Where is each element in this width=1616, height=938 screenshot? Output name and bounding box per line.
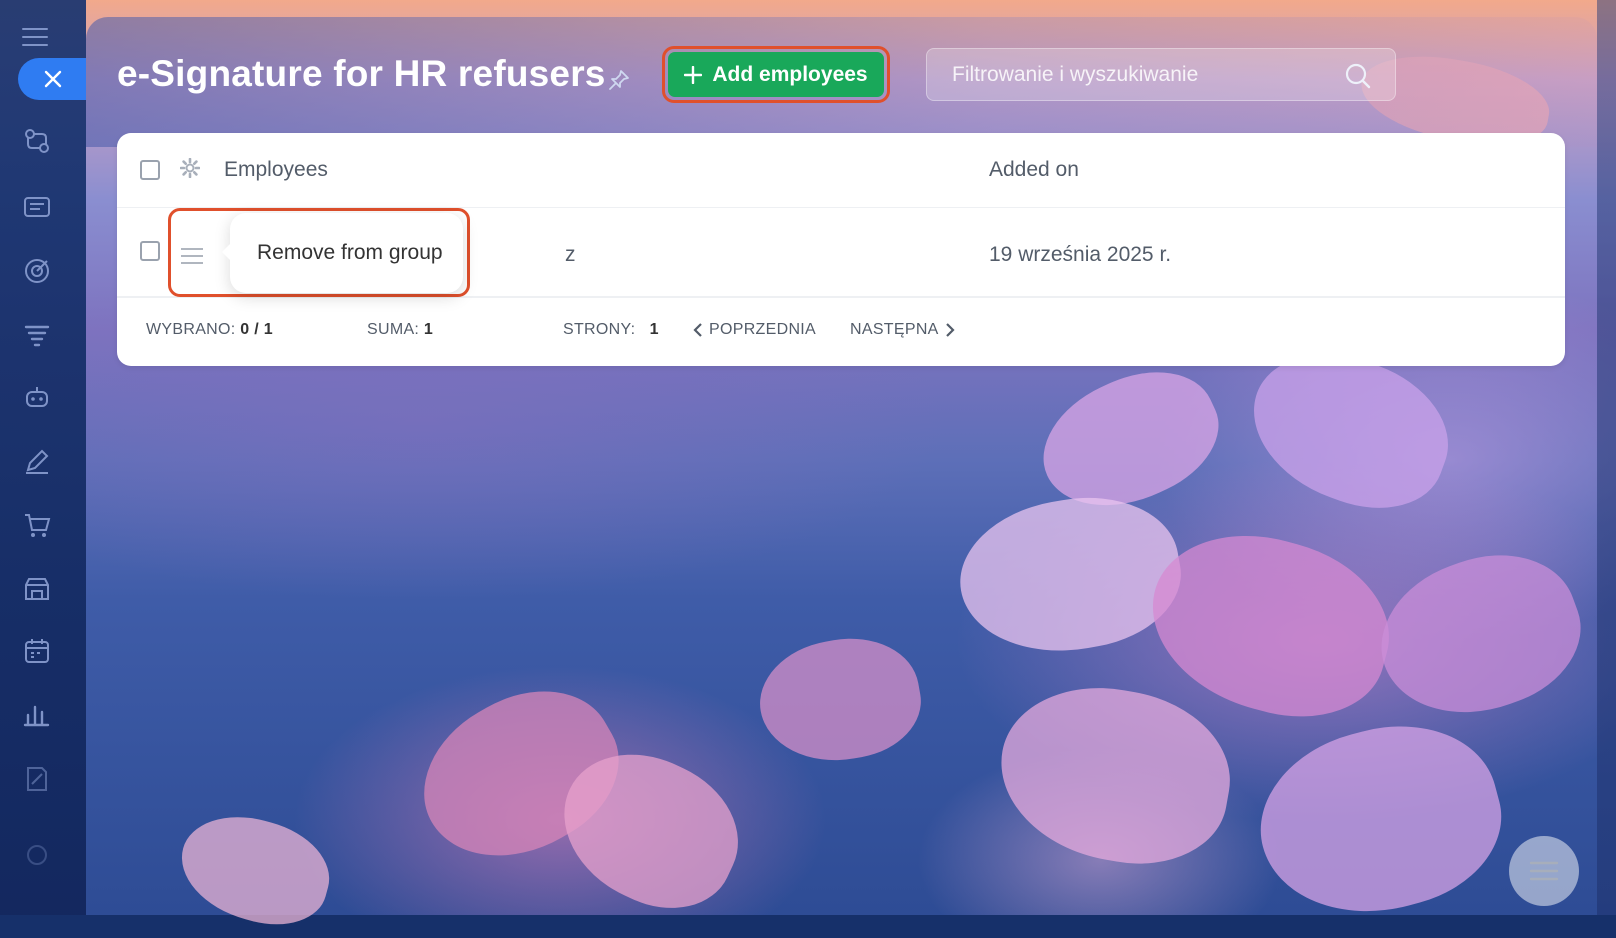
pen-icon[interactable] — [22, 446, 52, 476]
floating-menu-button[interactable] — [1509, 836, 1579, 906]
page-title: e-Signature for HR refusers — [117, 53, 606, 94]
store-icon[interactable] — [22, 574, 52, 604]
total-value: 1 — [423, 321, 434, 338]
pages-label: STRONY: — [563, 321, 636, 338]
grid-header-row: Employees Added on — [117, 133, 1565, 208]
funnel-icon[interactable] — [22, 320, 52, 350]
bar-chart-icon[interactable] — [22, 700, 52, 730]
filter-search-box[interactable] — [926, 48, 1396, 101]
previous-page-link[interactable]: POPRZEDNIA — [693, 321, 816, 339]
selected-label: WYBRANO: — [146, 321, 236, 338]
left-sidebar — [0, 0, 86, 915]
search-input[interactable] — [927, 49, 1395, 100]
close-slider-button[interactable] — [18, 58, 86, 100]
add-employees-button[interactable]: Add employees — [668, 52, 884, 97]
grid-footer: WYBRANO: 0 / 1 SUMA: 1 STRONY: 1 POPRZED… — [117, 296, 1565, 366]
column-header-added-on[interactable]: Added on — [989, 158, 1079, 182]
plus-icon — [684, 65, 703, 84]
calendar-icon[interactable] — [22, 636, 52, 666]
next-page-link[interactable]: NASTĘPNA — [850, 321, 955, 339]
total-count: SUMA: 1 — [367, 321, 433, 339]
chevron-left-icon — [693, 323, 702, 337]
total-label: SUMA: — [367, 321, 420, 338]
gear-icon[interactable] — [180, 158, 200, 178]
next-page-label: NASTĘPNA — [850, 321, 939, 338]
hamburger-menu-icon[interactable] — [22, 28, 48, 48]
remove-from-group-label: Remove from group — [257, 241, 443, 264]
list-icon — [1529, 861, 1559, 881]
shopping-cart-icon[interactable] — [22, 510, 52, 540]
row-checkbox[interactable] — [140, 241, 160, 261]
chevron-right-icon — [945, 323, 955, 337]
employee-name-cell[interactable]: z — [565, 243, 576, 267]
settings-icon[interactable] — [22, 840, 52, 870]
robot-icon[interactable] — [22, 382, 52, 412]
slider-panel: e-Signature for HR refusers Add employee… — [86, 17, 1597, 915]
target-icon[interactable] — [22, 256, 52, 286]
add-employees-label: Add employees — [712, 62, 868, 86]
column-header-employees[interactable]: Employees — [224, 158, 328, 182]
remove-from-group-menu-item[interactable]: Remove from group — [222, 213, 463, 293]
close-icon — [44, 70, 62, 88]
select-all-checkbox[interactable] — [140, 160, 160, 180]
employees-grid: Employees Added on z 19 września 2025 r.… — [117, 133, 1565, 366]
pages-value: 1 — [649, 321, 659, 338]
crm-flow-icon[interactable] — [22, 126, 52, 156]
pages-count: STRONY: 1 — [563, 321, 659, 339]
selected-count: WYBRANO: 0 / 1 — [146, 321, 273, 339]
added-on-cell: 19 września 2025 r. — [989, 243, 1172, 266]
pin-icon[interactable] — [608, 69, 630, 91]
selected-value: 0 / 1 — [240, 321, 273, 338]
previous-page-label: POPRZEDNIA — [709, 321, 817, 338]
right-panel-edge — [1597, 0, 1616, 915]
search-icon[interactable] — [1345, 63, 1371, 89]
e-signature-icon[interactable] — [22, 764, 52, 794]
contact-card-icon[interactable] — [22, 192, 52, 222]
